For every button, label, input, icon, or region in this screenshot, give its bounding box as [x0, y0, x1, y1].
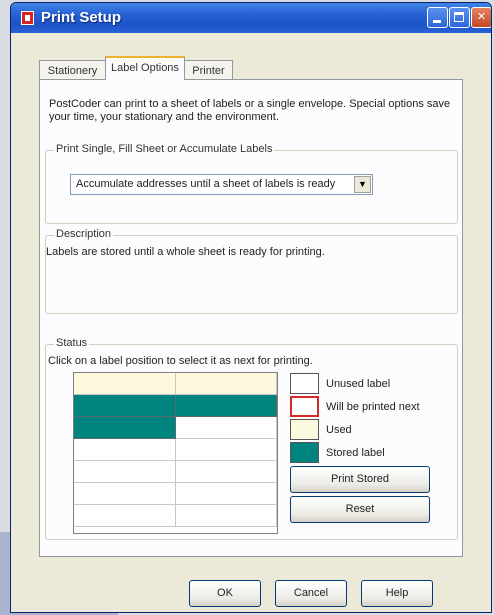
help-button[interactable]: Help	[361, 580, 433, 607]
maximize-button[interactable]	[449, 7, 470, 28]
print-stored-button[interactable]: Print Stored	[290, 466, 430, 493]
status-group: Status Click on a label position to sele…	[45, 337, 458, 540]
legend-used-label: Used	[326, 424, 352, 436]
description-text: Labels are stored until a whole sheet is…	[46, 246, 325, 258]
label-cell[interactable]	[176, 395, 277, 417]
print-mode-title: Print Single, Fill Sheet or Accumulate L…	[54, 143, 275, 155]
window-title: Print Setup	[41, 9, 122, 26]
tab-printer[interactable]: Printer	[185, 60, 233, 79]
stored-swatch	[290, 442, 319, 463]
cancel-button[interactable]: Cancel	[275, 580, 347, 607]
legend-stored-label: Stored label	[326, 447, 385, 459]
label-cell[interactable]	[176, 483, 277, 505]
print-mode-group: Print Single, Fill Sheet or Accumulate L…	[45, 143, 458, 224]
minimize-button[interactable]	[427, 7, 448, 28]
label-cell[interactable]	[74, 395, 176, 417]
tab-stationery[interactable]: Stationery	[39, 60, 105, 79]
label-cell[interactable]	[176, 373, 277, 395]
label-cell[interactable]	[176, 505, 277, 527]
legend-next-label: Will be printed next	[326, 401, 420, 413]
title-bar[interactable]: Print Setup ✕	[11, 3, 491, 33]
close-button[interactable]: ✕	[471, 7, 491, 28]
print-setup-dialog: Print Setup ✕ Stationery Label Options P…	[10, 2, 492, 613]
label-cell[interactable]	[74, 439, 176, 461]
maximize-icon	[454, 12, 464, 22]
label-sheet-grid	[73, 372, 278, 534]
intro-text: PostCoder can print to a sheet of labels…	[49, 98, 451, 123]
next-swatch	[290, 396, 319, 417]
close-icon: ✕	[476, 11, 487, 23]
app-icon	[21, 11, 34, 25]
minimize-icon	[433, 20, 441, 23]
description-title: Description	[54, 228, 114, 240]
status-hint: Click on a label position to select it a…	[48, 355, 313, 367]
label-cell[interactable]	[176, 417, 277, 439]
print-mode-select[interactable]: Accumulate addresses until a sheet of la…	[70, 174, 373, 195]
tab-label-options[interactable]: Label Options	[105, 56, 185, 80]
ok-button[interactable]: OK	[189, 580, 261, 607]
reset-button[interactable]: Reset	[290, 496, 430, 523]
dropdown-arrow-icon[interactable]: ▼	[354, 176, 371, 193]
print-mode-value: Accumulate addresses until a sheet of la…	[76, 178, 336, 190]
legend-unused-label: Unused label	[326, 378, 391, 390]
label-cell[interactable]	[74, 483, 176, 505]
label-options-panel: PostCoder can print to a sheet of labels…	[39, 79, 463, 557]
unused-swatch	[290, 373, 319, 394]
label-cell[interactable]	[176, 439, 277, 461]
status-title: Status	[54, 337, 90, 349]
description-group: Description Labels are stored until a wh…	[45, 228, 458, 314]
label-cell[interactable]	[176, 461, 277, 483]
label-cell[interactable]	[74, 505, 176, 527]
label-cell[interactable]	[74, 417, 176, 439]
label-cell[interactable]	[74, 373, 176, 395]
used-swatch	[290, 419, 319, 440]
label-cell[interactable]	[74, 461, 176, 483]
